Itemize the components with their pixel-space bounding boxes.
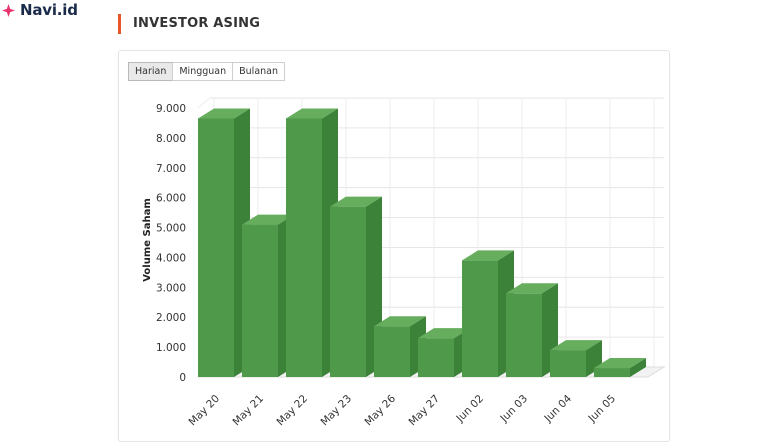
bar-front (286, 118, 322, 377)
x-tick-label: Jun 05 (586, 393, 619, 426)
x-tick-label: May 27 (406, 393, 442, 429)
x-tick-label: May 23 (318, 393, 354, 429)
y-tick-label: 4.000 (156, 252, 186, 264)
y-tick-label: 8.000 (156, 133, 186, 145)
bar-front (242, 224, 278, 377)
x-tick-label: May 26 (362, 392, 398, 428)
bar-front (594, 368, 630, 377)
y-axis-label: Volume Saham (142, 198, 153, 282)
y-tick-label: 0 (179, 372, 186, 384)
y-tick-label: 1.000 (156, 342, 186, 354)
x-tick-label: May 21 (230, 393, 266, 429)
bar-front (374, 326, 410, 377)
bar-front (462, 260, 498, 377)
bar-front (330, 206, 366, 377)
x-tick-label: Jun 02 (454, 393, 487, 426)
bar-front (550, 350, 586, 377)
bar-front (506, 293, 542, 377)
y-tick-label: 9.000 (156, 103, 186, 115)
x-tick-label: Jun 03 (498, 393, 531, 426)
gridline-depth (197, 97, 211, 109)
tab-mingguan[interactable]: Mingguan (172, 62, 234, 81)
y-tick-label: 7.000 (156, 163, 186, 175)
tab-bulanan[interactable]: Bulanan (232, 62, 286, 81)
y-tick-label: 5.000 (156, 223, 186, 235)
y-tick-label: 3.000 (156, 282, 186, 294)
x-tick-label: May 22 (274, 393, 310, 429)
y-tick-label: 6.000 (156, 193, 186, 205)
y-tick-label: 2.000 (156, 312, 186, 324)
bar-front (418, 338, 454, 377)
bar-front (198, 118, 234, 377)
period-tabs: Harian Mingguan Bulanan (128, 62, 286, 81)
x-tick-label: Jun 04 (542, 392, 575, 425)
tab-harian[interactable]: Harian (128, 62, 174, 81)
bar-chart: 0 1.000 2.000 3.000 4.000 5.000 6.000 7.000 8.00… (142, 97, 666, 429)
x-tick-label: May 20 (186, 393, 222, 429)
